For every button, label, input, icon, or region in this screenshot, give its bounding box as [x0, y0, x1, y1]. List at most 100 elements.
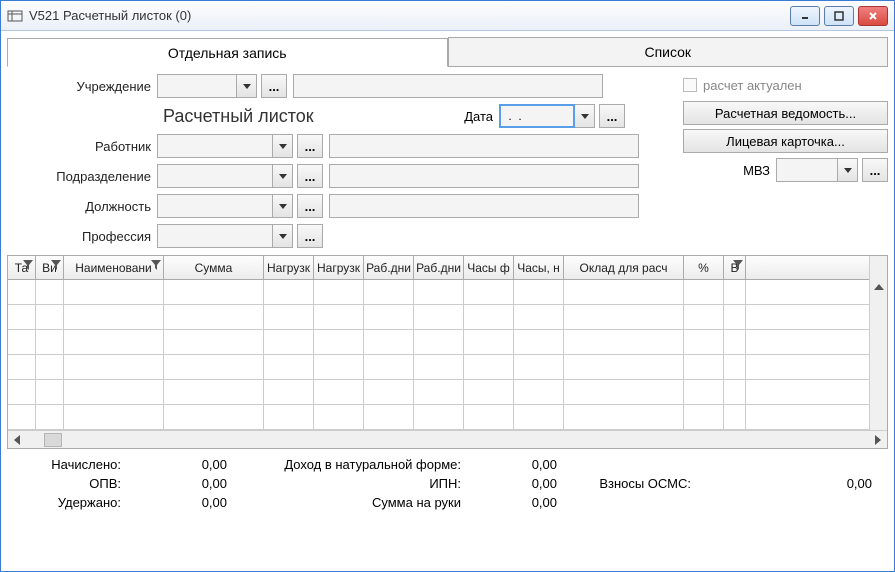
position-combo[interactable] [157, 194, 293, 218]
table-cell[interactable] [8, 380, 36, 404]
table-cell[interactable] [64, 405, 164, 429]
table-cell[interactable] [264, 330, 314, 354]
table-cell[interactable] [36, 405, 64, 429]
table-cell[interactable] [564, 355, 684, 379]
table-cell[interactable] [314, 305, 364, 329]
column-header[interactable]: Часы ф [464, 256, 514, 279]
table-cell[interactable] [64, 305, 164, 329]
column-header[interactable]: Ви [36, 256, 64, 279]
table-cell[interactable] [8, 330, 36, 354]
column-header[interactable]: Сумма [164, 256, 264, 279]
table-cell[interactable] [514, 305, 564, 329]
table-cell[interactable] [364, 355, 414, 379]
table-cell[interactable] [564, 330, 684, 354]
table-cell[interactable] [724, 380, 746, 404]
table-cell[interactable] [36, 355, 64, 379]
table-cell[interactable] [64, 355, 164, 379]
table-row[interactable] [8, 330, 869, 355]
chevron-down-icon[interactable] [273, 224, 293, 248]
table-row[interactable] [8, 405, 869, 430]
table-cell[interactable] [414, 355, 464, 379]
table-row[interactable] [8, 380, 869, 405]
table-cell[interactable] [684, 305, 724, 329]
table-cell[interactable] [36, 305, 64, 329]
table-cell[interactable] [464, 330, 514, 354]
close-button[interactable] [858, 6, 888, 26]
table-cell[interactable] [364, 380, 414, 404]
minimize-button[interactable] [790, 6, 820, 26]
table-row[interactable] [8, 280, 869, 305]
dept-browse-button[interactable]: ... [297, 164, 323, 188]
table-cell[interactable] [264, 380, 314, 404]
chevron-down-icon[interactable] [575, 104, 595, 128]
table-cell[interactable] [314, 280, 364, 304]
profession-combo[interactable] [157, 224, 293, 248]
scroll-right-button[interactable] [869, 432, 887, 448]
dept-input[interactable] [157, 164, 273, 188]
table-cell[interactable] [64, 280, 164, 304]
dept-combo[interactable] [157, 164, 293, 188]
horizontal-scrollbar[interactable] [8, 430, 887, 448]
table-cell[interactable] [684, 380, 724, 404]
table-cell[interactable] [64, 330, 164, 354]
table-cell[interactable] [8, 280, 36, 304]
table-cell[interactable] [264, 280, 314, 304]
table-cell[interactable] [464, 355, 514, 379]
table-cell[interactable] [164, 355, 264, 379]
table-cell[interactable] [684, 280, 724, 304]
column-header[interactable]: Раб.дни [414, 256, 464, 279]
table-cell[interactable] [64, 380, 164, 404]
table-cell[interactable] [514, 280, 564, 304]
filter-icon[interactable] [23, 260, 33, 270]
column-header[interactable]: Оклад для расч [564, 256, 684, 279]
table-cell[interactable] [724, 355, 746, 379]
tab-single-record[interactable]: Отдельная запись [7, 38, 448, 67]
chevron-down-icon[interactable] [273, 194, 293, 218]
mvz-combo[interactable] [776, 158, 858, 182]
table-cell[interactable] [414, 380, 464, 404]
column-header[interactable]: В [724, 256, 746, 279]
worker-input[interactable] [157, 134, 273, 158]
calc-actual-checkbox[interactable] [683, 78, 697, 92]
table-cell[interactable] [684, 355, 724, 379]
table-cell[interactable] [314, 380, 364, 404]
scrollbar-thumb[interactable] [44, 433, 62, 447]
table-cell[interactable] [164, 405, 264, 429]
chevron-down-icon[interactable] [273, 164, 293, 188]
table-cell[interactable] [564, 280, 684, 304]
worker-browse-button[interactable]: ... [297, 134, 323, 158]
filter-icon[interactable] [733, 260, 743, 270]
table-cell[interactable] [684, 330, 724, 354]
table-row[interactable] [8, 305, 869, 330]
mvz-input[interactable] [776, 158, 838, 182]
filter-icon[interactable] [151, 260, 161, 270]
table-cell[interactable] [8, 405, 36, 429]
table-cell[interactable] [8, 305, 36, 329]
position-input[interactable] [157, 194, 273, 218]
column-header[interactable]: Нагрузк [314, 256, 364, 279]
table-cell[interactable] [414, 405, 464, 429]
table-cell[interactable] [164, 330, 264, 354]
profession-browse-button[interactable]: ... [297, 224, 323, 248]
table-cell[interactable] [414, 330, 464, 354]
chevron-down-icon[interactable] [273, 134, 293, 158]
maximize-button[interactable] [824, 6, 854, 26]
table-cell[interactable] [514, 405, 564, 429]
table-cell[interactable] [724, 405, 746, 429]
table-cell[interactable] [724, 305, 746, 329]
tab-list[interactable]: Список [448, 37, 889, 66]
table-cell[interactable] [264, 305, 314, 329]
column-header[interactable]: Наименовани [64, 256, 164, 279]
filter-icon[interactable] [51, 260, 61, 270]
table-cell[interactable] [264, 355, 314, 379]
table-cell[interactable] [314, 330, 364, 354]
column-header[interactable]: % [684, 256, 724, 279]
worker-combo[interactable] [157, 134, 293, 158]
table-cell[interactable] [36, 330, 64, 354]
table-cell[interactable] [514, 330, 564, 354]
profession-input[interactable] [157, 224, 273, 248]
date-input[interactable] [499, 104, 575, 128]
table-cell[interactable] [364, 305, 414, 329]
org-combo[interactable] [157, 74, 257, 98]
table-cell[interactable] [414, 280, 464, 304]
